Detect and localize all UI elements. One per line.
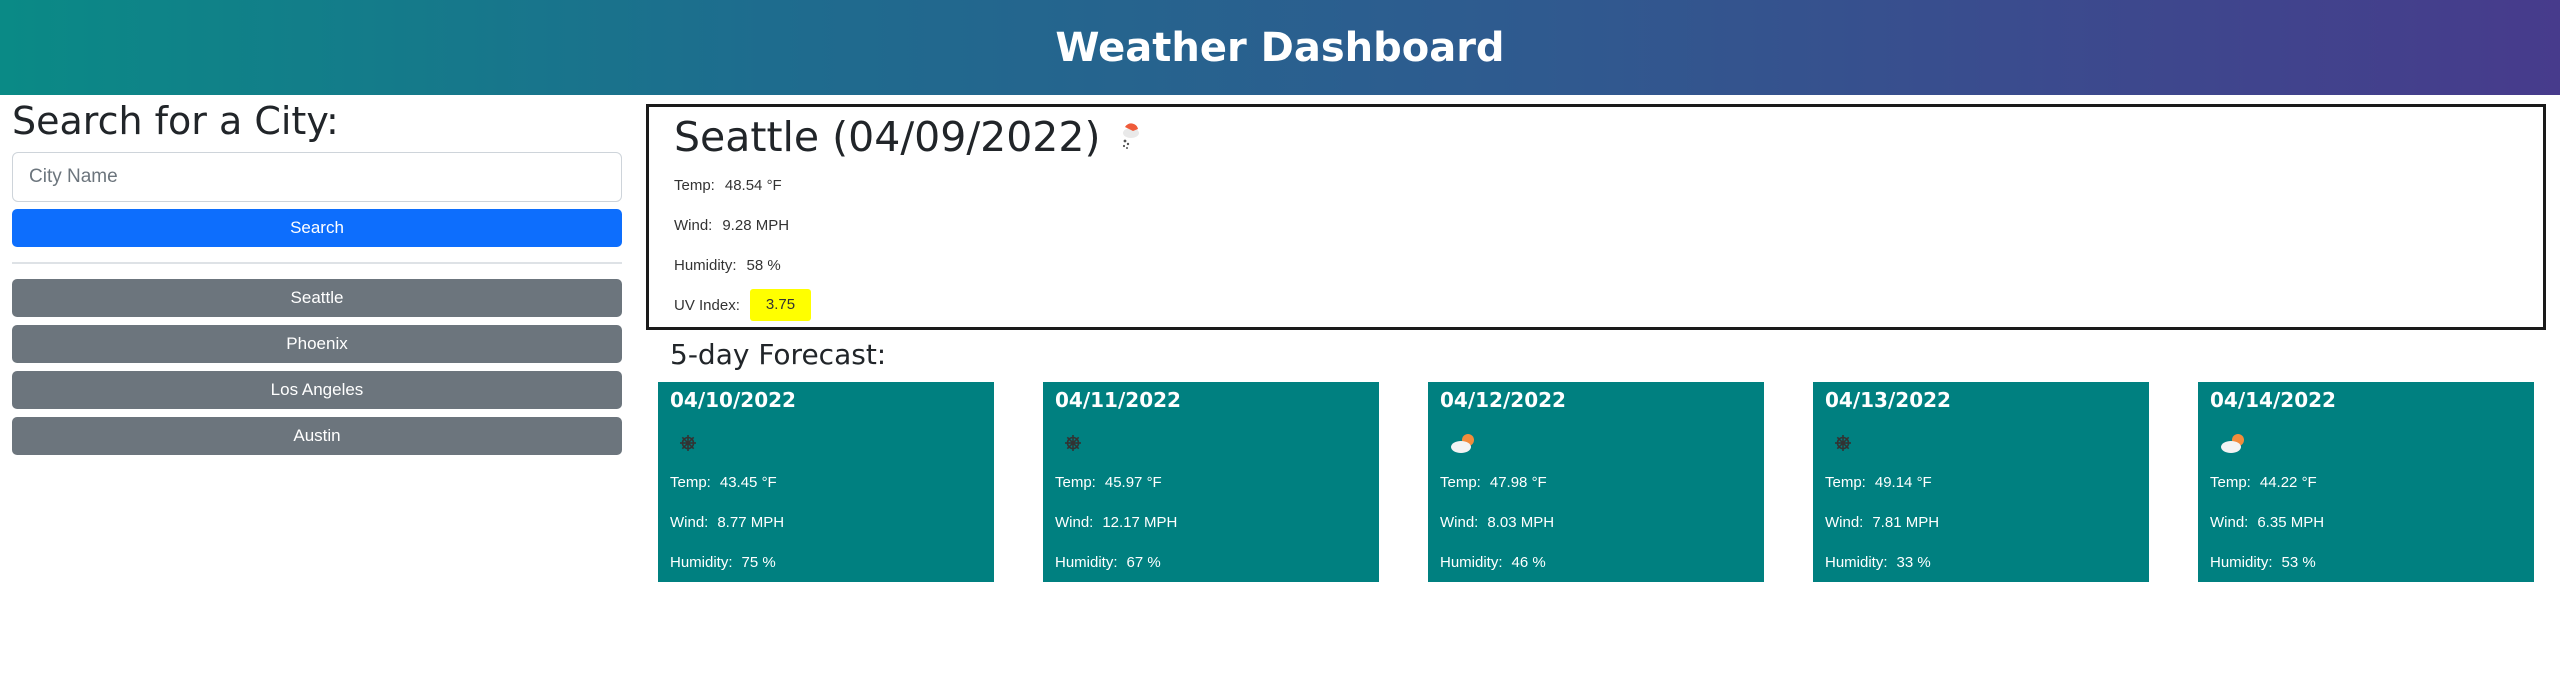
current-temp: Temp: 48.54 °F (674, 165, 2543, 205)
uv-label: UV Index: (674, 296, 740, 314)
temp-value: 48.54 °F (724, 176, 782, 194)
temp-label: Temp: (1825, 473, 1866, 491)
history-button-seattle[interactable]: Seattle (12, 279, 622, 317)
wind-value: 8.77 MPH (717, 513, 785, 531)
forecast-card: 04/13/2022 Temp: 49.14 °F Wind: 7.81 MPH H… (1813, 382, 2149, 582)
forecast-card: 04/10/2022 Temp: 43.45 °F Wind: 8.77 MPH H… (658, 382, 994, 582)
current-wind: Wind: 9.28 MPH (674, 205, 2543, 245)
history-button-phoenix[interactable]: Phoenix (12, 325, 622, 363)
temp-label: Temp: (674, 176, 715, 194)
humidity-value: 53 % (2281, 553, 2316, 571)
partly-cloudy-icon (1440, 424, 1752, 462)
temp-label: Temp: (1440, 473, 1481, 491)
city-name-input[interactable] (12, 152, 622, 202)
search-title: Search for a City: (12, 99, 339, 143)
partly-cloudy-icon (2210, 424, 2522, 462)
temp-label: Temp: (2210, 473, 2251, 491)
wind-value: 12.17 MPH (1102, 513, 1178, 531)
humidity-value: 75 % (741, 553, 776, 571)
forecast-card: 04/14/2022 Temp: 44.22 °F Wind: 6.35 MPH H… (2198, 382, 2534, 582)
forecast-card: 04/11/2022 Temp: 45.97 °F Wind: 12.17 MPH … (1043, 382, 1379, 582)
divider (12, 262, 622, 264)
humidity-value: 67 % (1126, 553, 1161, 571)
humidity-value: 33 % (1896, 553, 1931, 571)
temp-value: 43.45 °F (719, 473, 777, 491)
humidity-value: 46 % (1511, 553, 1546, 571)
uv-badge: 3.75 (749, 289, 812, 321)
temp-value: 45.97 °F (1104, 473, 1162, 491)
forecast-date: 04/13/2022 (1825, 388, 1951, 412)
temp-value: 44.22 °F (2259, 473, 2317, 491)
current-humidity: Humidity: 58 % (674, 245, 2543, 285)
wind-label: Wind: (670, 513, 709, 531)
humidity-label: Humidity: (1440, 553, 1503, 571)
humidity-label: Humidity: (1825, 553, 1888, 571)
current-uv: UV Index: 3.75 (674, 285, 2543, 325)
humidity-label: Humidity: (2210, 553, 2273, 571)
forecast-cards: 04/10/2022 Temp: 43.45 °F Wind: 8.77 MPH H… (658, 382, 2538, 582)
humidity-value: 58 % (746, 256, 781, 274)
forecast-title: 5-day Forecast: (670, 338, 887, 371)
current-city-title: Seattle (04/09/2022) (674, 113, 1101, 161)
forecast-date: 04/11/2022 (1055, 388, 1181, 412)
history-button-los-angeles[interactable]: Los Angeles (12, 371, 622, 409)
search-panel: Search for a City: Search Seattle Phoeni… (12, 98, 622, 455)
wind-value: 8.03 MPH (1487, 513, 1555, 531)
wind-label: Wind: (674, 216, 713, 234)
forecast-date: 04/12/2022 (1440, 388, 1566, 412)
wind-label: Wind: (2210, 513, 2249, 531)
humidity-label: Humidity: (674, 256, 737, 274)
snow-icon (1825, 424, 2137, 462)
page-header: Weather Dashboard (0, 0, 2560, 95)
current-weather-panel: Seattle (04/09/2022) Temp: 48.54 °F Wind… (646, 104, 2546, 330)
page-title: Weather Dashboard (1055, 24, 1505, 71)
humidity-label: Humidity: (670, 553, 733, 571)
temp-value: 47.98 °F (1489, 473, 1547, 491)
temp-label: Temp: (1055, 473, 1096, 491)
wind-label: Wind: (1825, 513, 1864, 531)
temp-value: 49.14 °F (1874, 473, 1932, 491)
temp-label: Temp: (670, 473, 711, 491)
history-button-austin[interactable]: Austin (12, 417, 622, 455)
wind-value: 6.35 MPH (2257, 513, 2325, 531)
snow-icon (1055, 424, 1367, 462)
search-button[interactable]: Search (12, 209, 622, 247)
snow-icon (670, 424, 982, 462)
wind-value: 9.28 MPH (722, 216, 790, 234)
wind-label: Wind: (1055, 513, 1094, 531)
wind-value: 7.81 MPH (1872, 513, 1940, 531)
forecast-card: 04/12/2022 Temp: 47.98 °F Wind: 8.03 MPH H… (1428, 382, 1764, 582)
forecast-date: 04/14/2022 (2210, 388, 2336, 412)
wind-label: Wind: (1440, 513, 1479, 531)
light-rain-icon (1114, 121, 1146, 153)
search-history: Seattle Phoenix Los Angeles Austin (12, 279, 622, 455)
humidity-label: Humidity: (1055, 553, 1118, 571)
forecast-date: 04/10/2022 (670, 388, 796, 412)
